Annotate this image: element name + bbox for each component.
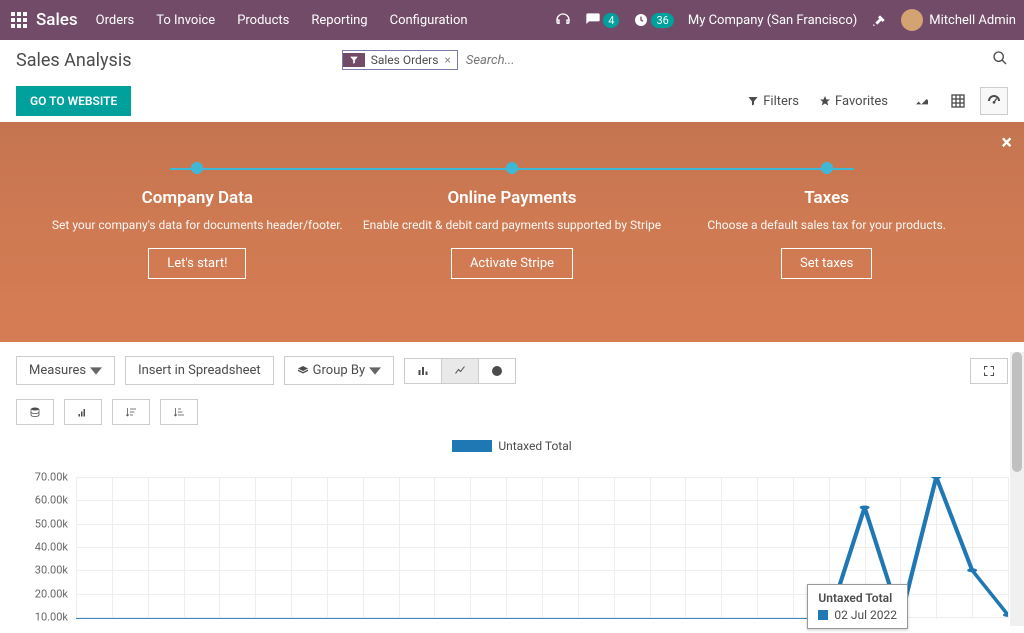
- content-area: Measures Insert in Spreadsheet Group By …: [0, 342, 1024, 633]
- line-chart-icon[interactable]: [442, 358, 479, 384]
- y-tick: 40.00k: [35, 541, 68, 554]
- y-tick: 30.00k: [35, 564, 68, 577]
- legend-label: Untaxed Total: [498, 439, 571, 453]
- phone-icon[interactable]: [555, 12, 571, 28]
- chart-legend: Untaxed Total: [16, 439, 1008, 453]
- step-title: Online Payments: [362, 188, 662, 208]
- sort-asc-icon[interactable]: [64, 399, 102, 425]
- banner-step-payments: Online Payments Enable credit & debit ca…: [362, 162, 662, 279]
- insert-spreadsheet-button[interactable]: Insert in Spreadsheet: [125, 356, 274, 385]
- layers-icon: [297, 365, 309, 377]
- filters-button[interactable]: Filters: [747, 94, 799, 109]
- y-tick: 20.00k: [35, 587, 68, 600]
- y-tick: 10.00k: [35, 611, 68, 624]
- top-navbar: Sales Orders To Invoice Products Reporti…: [0, 0, 1024, 40]
- lets-start-button[interactable]: Let's start!: [148, 248, 246, 279]
- sort-asc-bars-icon[interactable]: [160, 399, 198, 425]
- favorites-button[interactable]: Favorites: [819, 94, 888, 109]
- user-name: Mitchell Admin: [929, 13, 1016, 28]
- step-desc: Choose a default sales tax for your prod…: [677, 216, 977, 234]
- tooltip-date: 02 Jul 2022: [834, 608, 897, 622]
- measures-button[interactable]: Measures: [16, 356, 115, 385]
- step-dot: [821, 162, 833, 174]
- step-title: Company Data: [47, 188, 347, 208]
- bar-chart-icon[interactable]: [404, 358, 442, 384]
- nav-configuration[interactable]: Configuration: [390, 13, 468, 28]
- funnel-icon: [343, 53, 365, 67]
- nav-reporting[interactable]: Reporting: [311, 13, 367, 28]
- app-brand[interactable]: Sales: [36, 10, 78, 30]
- tooltip-title: Untaxed Total: [818, 591, 897, 605]
- chart-type-group: [404, 358, 516, 384]
- set-taxes-button[interactable]: Set taxes: [781, 248, 872, 279]
- activities-badge: 36: [651, 13, 673, 28]
- nav-products[interactable]: Products: [237, 13, 289, 28]
- view-switcher: [908, 87, 1008, 115]
- scrollbar-thumb[interactable]: [1012, 352, 1022, 472]
- step-dot: [191, 162, 203, 174]
- chart-toolbar: Measures Insert in Spreadsheet Group By: [16, 356, 1008, 385]
- pie-chart-icon[interactable]: [479, 358, 516, 384]
- dashboard-view-icon[interactable]: [980, 87, 1008, 115]
- y-tick: 70.00k: [35, 471, 68, 484]
- expand-icon[interactable]: [970, 358, 1008, 384]
- filters-label: Filters: [763, 94, 799, 109]
- messages-badge: 4: [603, 13, 619, 28]
- caret-down-icon: [90, 365, 102, 377]
- measures-label: Measures: [29, 363, 86, 378]
- y-tick: 60.00k: [35, 494, 68, 507]
- y-axis: 70.00k60.00k50.00k40.00k30.00k20.00k10.0…: [16, 477, 72, 619]
- company-switcher[interactable]: My Company (San Francisco): [688, 13, 857, 28]
- group-by-button[interactable]: Group By: [284, 356, 395, 385]
- subheader: Sales Analysis Sales Orders ×: [0, 40, 1024, 80]
- onboarding-banner: × Company Data Set your company's data f…: [0, 122, 1024, 342]
- pivot-view-icon[interactable]: [944, 87, 972, 115]
- caret-down-icon: [369, 365, 381, 377]
- step-title: Taxes: [677, 188, 977, 208]
- page-title: Sales Analysis: [16, 50, 131, 71]
- chart-tooltip: Untaxed Total 02 Jul 2022: [807, 584, 908, 629]
- stacked-icon[interactable]: [16, 399, 54, 425]
- activities-icon[interactable]: 36: [633, 12, 673, 28]
- filter-chip-remove[interactable]: ×: [444, 53, 450, 67]
- go-to-website-button[interactable]: GO TO WEBSITE: [16, 86, 131, 116]
- search-input[interactable]: [458, 49, 822, 72]
- group-by-label: Group By: [313, 363, 366, 378]
- graph-view-icon[interactable]: [908, 87, 936, 115]
- banner-step-taxes: Taxes Choose a default sales tax for you…: [677, 162, 977, 279]
- tooltip-swatch: [818, 610, 828, 620]
- y-tick: 50.00k: [35, 517, 68, 530]
- debug-icon[interactable]: [871, 12, 887, 28]
- favorites-label: Favorites: [835, 94, 888, 109]
- activate-stripe-button[interactable]: Activate Stripe: [451, 248, 573, 279]
- scrollbar[interactable]: [1010, 352, 1024, 626]
- user-menu[interactable]: Mitchell Admin: [901, 9, 1016, 31]
- search-area: Sales Orders ×: [342, 49, 822, 72]
- nav-orders[interactable]: Orders: [96, 13, 135, 28]
- apps-icon[interactable]: [8, 9, 30, 31]
- banner-step-company: Company Data Set your company's data for…: [47, 162, 347, 279]
- filter-chip-label: Sales Orders: [371, 53, 439, 67]
- avatar: [901, 9, 923, 31]
- step-desc: Enable credit & debit card payments supp…: [362, 216, 662, 234]
- sort-desc-bars-icon[interactable]: [112, 399, 150, 425]
- legend-swatch: [452, 440, 492, 452]
- chart: 70.00k60.00k50.00k40.00k30.00k20.00k10.0…: [16, 459, 1008, 619]
- nav-to-invoice[interactable]: To Invoice: [156, 13, 215, 28]
- chart-toolbar-secondary: [16, 399, 1008, 425]
- step-dot: [506, 162, 518, 174]
- step-desc: Set your company's data for documents he…: [47, 216, 347, 234]
- filter-chip-sales-orders[interactable]: Sales Orders ×: [342, 50, 458, 70]
- messages-icon[interactable]: 4: [585, 12, 619, 28]
- toolbar: GO TO WEBSITE Filters Favorites: [0, 80, 1024, 122]
- search-icon[interactable]: [992, 50, 1008, 70]
